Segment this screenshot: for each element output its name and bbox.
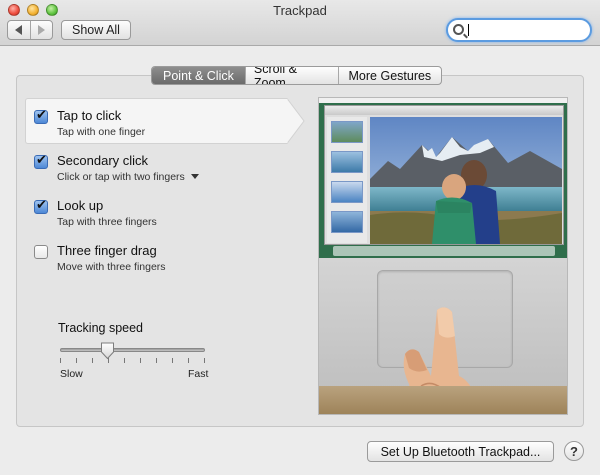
slider-min-label: Slow <box>60 368 83 380</box>
setup-bluetooth-trackpad-button[interactable]: Set Up Bluetooth Trackpad... <box>367 441 554 462</box>
slider-tick <box>92 358 93 363</box>
slider-tick <box>124 358 125 363</box>
option-subtitle: Tap with one finger <box>57 126 146 138</box>
tab-point-click[interactable]: Point & Click <box>152 67 245 84</box>
forward-arrow-icon <box>37 25 45 35</box>
slider-tick <box>156 358 157 363</box>
option-title: Look up <box>57 198 104 213</box>
tracking-speed-label: Tracking speed <box>58 321 143 335</box>
secondary-click-checkbox[interactable] <box>34 153 48 169</box>
option-title: Tap to click <box>57 108 122 123</box>
option-subtitle: Tap with three fingers <box>57 216 157 228</box>
tab-more-gestures[interactable]: More Gestures <box>337 67 441 84</box>
tab-bar: Point & Click Scroll & Zoom More Gesture… <box>151 66 442 85</box>
preview-laptop-base <box>319 258 567 414</box>
help-icon: ? <box>570 443 578 459</box>
option-title: Three finger drag <box>57 243 157 258</box>
gesture-preview-image <box>318 97 568 415</box>
option-tap-to-click[interactable]: Tap to click Tap with one finger <box>34 108 274 142</box>
option-subtitle: Click or tap with two fingers <box>57 171 185 183</box>
slider-knob[interactable] <box>100 342 115 360</box>
slider-tick <box>140 358 141 363</box>
forward-button[interactable] <box>29 21 53 39</box>
slider-tick <box>188 358 189 363</box>
slider-max-label: Fast <box>188 368 209 380</box>
tap-to-click-checkbox[interactable] <box>34 108 48 124</box>
option-subtitle: Move with three fingers <box>57 261 166 273</box>
title-toolbar: Trackpad Show All <box>0 0 600 46</box>
back-forward-control <box>7 20 53 40</box>
slider-ticks <box>60 358 205 363</box>
back-button[interactable] <box>8 21 30 39</box>
dropdown-arrow-icon[interactable] <box>190 174 199 179</box>
slider-tick <box>204 358 205 363</box>
show-all-button[interactable]: Show All <box>61 20 131 40</box>
option-three-finger-drag[interactable]: Three finger drag Move with three finger… <box>34 243 274 277</box>
preview-dock <box>333 246 555 256</box>
back-arrow-icon <box>15 25 23 35</box>
option-secondary-click[interactable]: Secondary click Click or tap with two fi… <box>34 153 274 187</box>
three-finger-drag-checkbox[interactable] <box>34 245 48 259</box>
slider-tick <box>60 358 61 363</box>
help-button[interactable]: ? <box>564 441 584 461</box>
option-look-up[interactable]: Look up Tap with three fingers <box>34 198 274 232</box>
slider-tick <box>76 358 77 363</box>
tracking-speed-slider[interactable] <box>60 348 205 352</box>
tab-scroll-zoom[interactable]: Scroll & Zoom <box>244 67 338 84</box>
search-input[interactable] <box>467 22 585 38</box>
search-field[interactable] <box>446 18 592 42</box>
look-up-checkbox[interactable] <box>34 198 48 214</box>
window-title: Trackpad <box>273 3 327 18</box>
search-icon <box>453 24 464 35</box>
slider-tick <box>172 358 173 363</box>
preview-screen <box>319 98 567 258</box>
text-cursor <box>468 24 469 36</box>
secondary-click-dropdown[interactable]: Click or tap with two fingers <box>57 171 199 183</box>
option-title: Secondary click <box>57 153 149 168</box>
